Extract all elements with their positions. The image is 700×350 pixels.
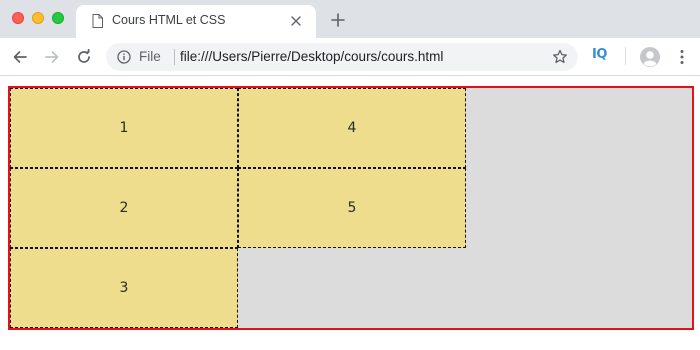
grid-container: 1 2 3 4 5 [8, 86, 694, 330]
grid-item: 4 [238, 88, 466, 168]
active-tab[interactable]: Cours HTML et CSS [76, 5, 316, 38]
zoom-window-button[interactable] [52, 12, 64, 24]
grid-item: 5 [238, 168, 466, 248]
grid-item: 3 [10, 248, 238, 328]
close-tab-icon[interactable] [288, 13, 304, 29]
profile-avatar[interactable] [640, 47, 660, 67]
address-separator [174, 49, 175, 65]
address-bar[interactable]: File file:///Users/Pierre/Desktop/cours/… [106, 43, 578, 71]
info-icon[interactable] [117, 50, 131, 64]
scheme-label: File [139, 49, 161, 64]
bookmark-star-icon[interactable] [552, 49, 568, 65]
reload-icon[interactable] [74, 47, 94, 67]
url-text[interactable]: file:///Users/Pierre/Desktop/cours/cours… [180, 49, 443, 64]
iq-extension-icon[interactable]: IQ [592, 47, 607, 62]
forward-arrow-icon[interactable] [42, 47, 62, 67]
grid-item: 1 [10, 88, 238, 168]
menu-dots-icon[interactable] [674, 48, 690, 66]
close-window-button[interactable] [12, 12, 24, 24]
page-icon [92, 14, 103, 28]
grid-item: 2 [10, 168, 238, 248]
back-arrow-icon[interactable] [10, 47, 30, 67]
new-tab-icon[interactable] [330, 12, 346, 28]
minimize-window-button[interactable] [32, 12, 44, 24]
tab-strip: Cours HTML et CSS [0, 0, 700, 38]
tab-title: Cours HTML et CSS [112, 13, 226, 27]
toolbar-separator [625, 47, 626, 65]
page-viewport: 1 2 3 4 5 [0, 76, 700, 350]
